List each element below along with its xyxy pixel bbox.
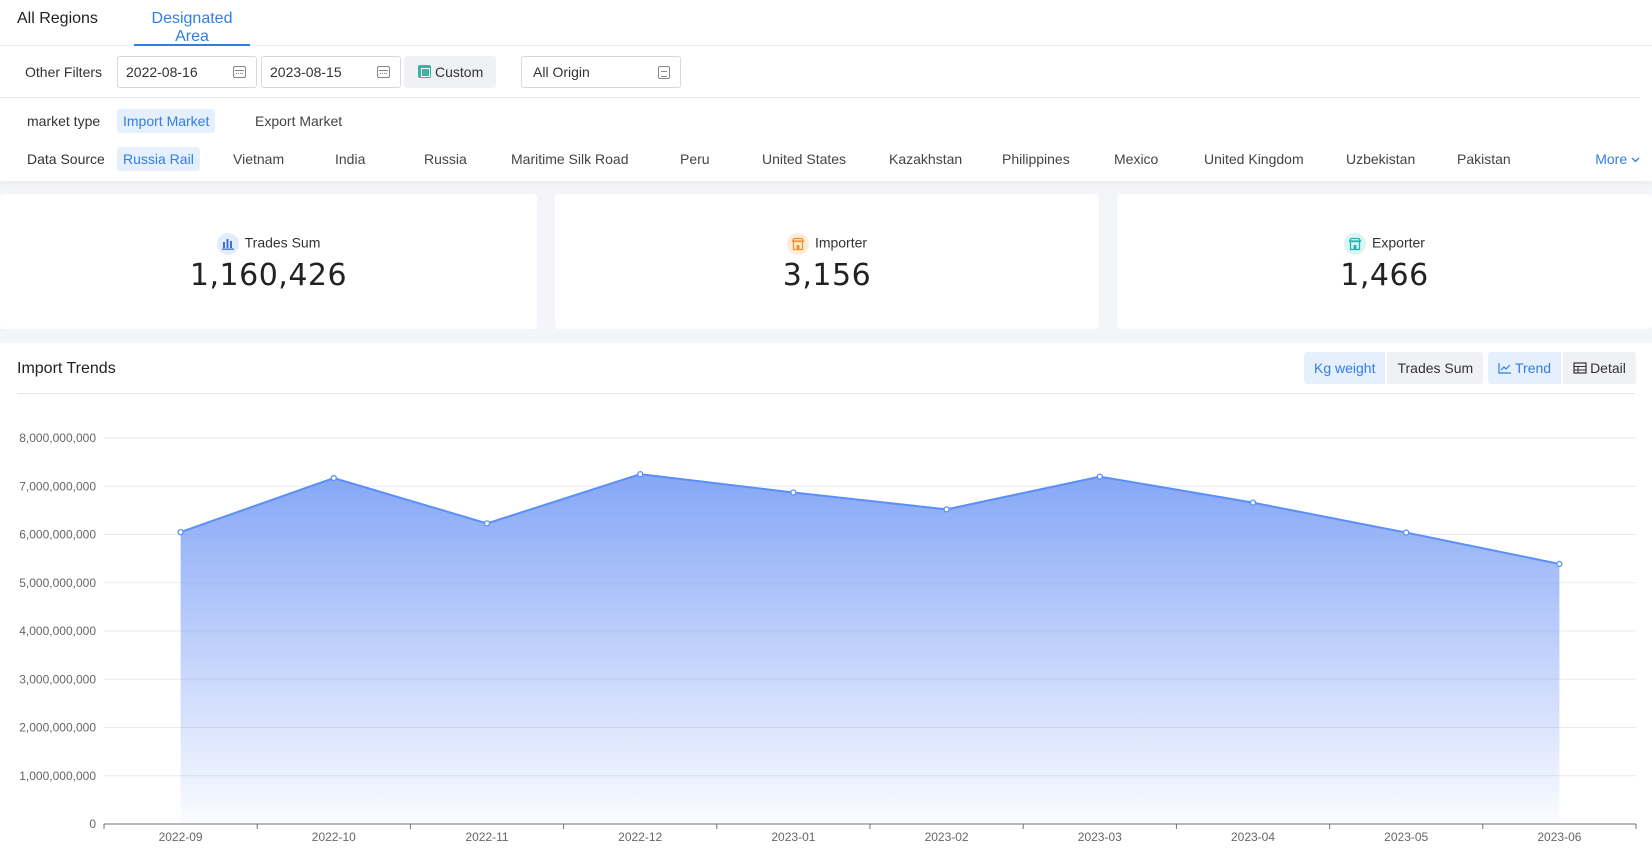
data-point	[790, 489, 797, 496]
x-tick-label: 2023-05	[1384, 830, 1428, 844]
custom-date-button[interactable]: Custom	[404, 56, 496, 88]
x-tick-label: 2023-01	[771, 830, 815, 844]
stat-label: Importer	[814, 234, 868, 251]
import-trend-chart: 0 1,000,000,000 2,000,000,000 3,000,000,000…	[19, 431, 1637, 844]
source-mexico[interactable]: Mexico	[1108, 147, 1164, 171]
calendar-icon	[233, 66, 246, 78]
end-date-value: 2023-08-15	[270, 64, 342, 80]
x-tick-label: 2023-03	[1078, 830, 1122, 844]
source-russia[interactable]: Russia	[418, 147, 473, 171]
x-tick-label: 2023-06	[1537, 830, 1581, 844]
store-icon	[1344, 233, 1367, 255]
source-uzbekistan[interactable]: Uzbekistan	[1340, 147, 1421, 171]
origin-select[interactable]: All Origin	[521, 56, 681, 88]
source-philippines[interactable]: Philippines	[996, 147, 1076, 171]
custom-label: Custom	[435, 64, 484, 80]
source-pakistan[interactable]: Pakistan	[1451, 147, 1517, 171]
stat-value: 1,160,426	[189, 258, 348, 293]
other-filters-row: Other Filters 2022-08-16 2023-08-15 Cust…	[0, 46, 1640, 98]
x-tick-label: 2022-11	[465, 830, 508, 844]
y-tick-label: 4,000,000,000	[19, 624, 96, 638]
stat-label: Trades Sum	[244, 234, 321, 251]
source-kazakhstan[interactable]: Kazakhstan	[883, 147, 968, 171]
stat-value: 3,156	[782, 258, 872, 293]
stat-label: Exporter	[1372, 234, 1425, 251]
market-export[interactable]: Export Market	[249, 109, 348, 133]
source-peru[interactable]: Peru	[674, 147, 716, 171]
source-vietnam[interactable]: Vietnam	[227, 147, 290, 171]
data-point	[1556, 560, 1563, 568]
y-tick-label: 3,000,000,000	[19, 672, 96, 686]
y-tick-label: 0	[89, 817, 96, 831]
other-filters-label: Other Filters	[25, 64, 103, 80]
list-icon	[658, 66, 670, 79]
x-tick-label: 2022-10	[312, 830, 356, 844]
series-area	[180, 474, 1560, 824]
x-tick-label: 2023-02	[925, 830, 969, 844]
stat-card-importer: Importer 3,156	[555, 194, 1099, 329]
y-tick-label: 7,000,000,000	[19, 479, 96, 493]
custom-icon	[418, 65, 431, 78]
stat-card-exporter: Exporter 1,466	[1117, 194, 1652, 329]
start-date-value: 2022-08-16	[126, 64, 198, 80]
origin-value: All Origin	[533, 64, 590, 80]
source-united-states[interactable]: United States	[756, 147, 852, 171]
start-date-field[interactable]: 2022-08-16	[117, 56, 257, 88]
bar-chart-icon	[216, 233, 239, 255]
tab-all-regions[interactable]: All Regions	[17, 10, 98, 46]
data-point	[1096, 473, 1103, 480]
store-icon	[786, 233, 809, 255]
y-tick-label: 8,000,000,000	[19, 431, 96, 445]
data-point	[1249, 499, 1257, 506]
more-label: More	[1595, 151, 1628, 167]
source-russia-rail[interactable]: Russia Rail	[117, 147, 200, 171]
stat-card-trades-sum: Trades Sum 1,160,426	[0, 194, 537, 329]
data-point	[1403, 529, 1410, 536]
import-trends-panel: Import Trends Kg weight Trades Sum Trend…	[0, 343, 1652, 850]
region-tabs: All Regions Designated Area	[0, 0, 1652, 46]
x-tick-label: 2022-12	[618, 830, 662, 844]
data-point	[330, 474, 337, 482]
source-united-kingdom[interactable]: United Kingdom	[1198, 147, 1310, 171]
source-india[interactable]: India	[329, 147, 371, 171]
end-date-field[interactable]: 2023-08-15	[261, 56, 401, 88]
tab-designated-area[interactable]: Designated Area	[134, 10, 250, 46]
y-tick-label: 5,000,000,000	[19, 576, 96, 590]
data-point	[637, 471, 644, 478]
calendar-icon	[377, 66, 390, 78]
filter-panel: All Regions Designated Area Other Filter…	[0, 0, 1652, 181]
x-tick-label: 2023-04	[1231, 830, 1275, 844]
market-import[interactable]: Import Market	[117, 109, 216, 133]
stat-value: 1,466	[1340, 258, 1429, 293]
data-point	[943, 506, 950, 513]
data-point	[177, 528, 184, 536]
chevron-down-icon	[1631, 157, 1640, 163]
y-tick-label: 6,000,000,000	[19, 528, 96, 542]
data-source-label: Data Source	[27, 151, 105, 167]
y-tick-label: 1,000,000,000	[19, 769, 96, 783]
more-sources-link[interactable]: More	[1595, 151, 1640, 167]
market-type-label: market type	[27, 113, 101, 129]
y-tick-label: 2,000,000,000	[19, 721, 96, 735]
source-maritime-silk-road[interactable]: Maritime Silk Road	[505, 147, 634, 171]
data-point	[483, 520, 491, 527]
x-tick-label: 2022-09	[159, 830, 203, 844]
